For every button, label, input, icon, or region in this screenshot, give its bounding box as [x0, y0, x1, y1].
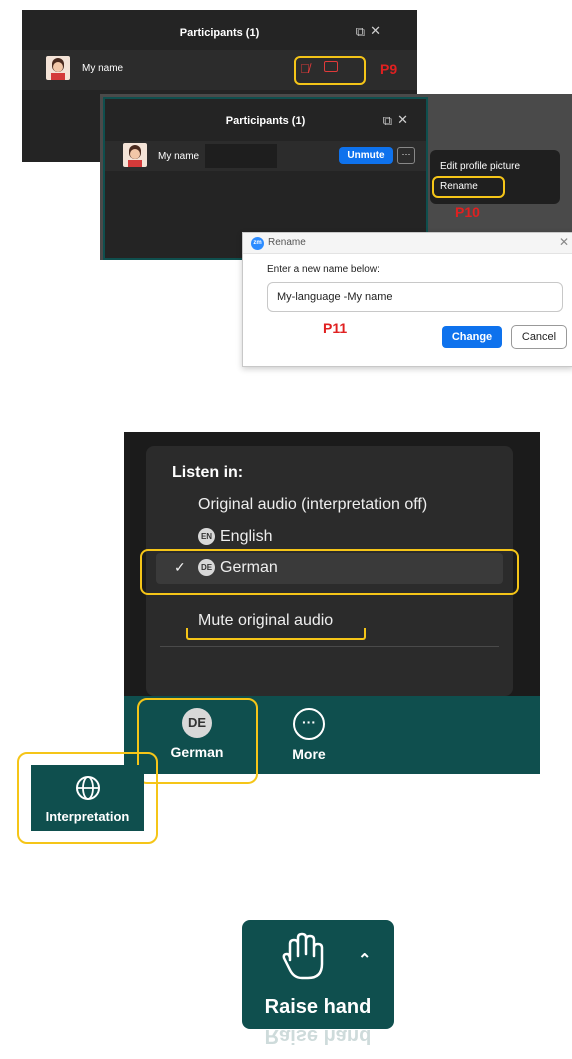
english-label: English	[220, 528, 273, 545]
menu-item-english[interactable]: EN English	[198, 528, 272, 546]
reflection-text: Raise hand	[264, 1030, 372, 1047]
close-icon[interactable]: ✕	[397, 112, 408, 128]
unmute-button[interactable]: Unmute	[339, 147, 393, 164]
en-badge: EN	[198, 528, 215, 546]
p10-tag: P10	[455, 204, 480, 220]
chevron-up-icon[interactable]: ⌃	[358, 950, 371, 970]
p9-highlight	[294, 56, 366, 85]
avatar	[46, 56, 70, 80]
german-highlight	[140, 549, 519, 595]
more-button[interactable]: ··· More	[264, 708, 354, 762]
dialog-titlebar: zm Rename ✕	[243, 233, 572, 254]
close-icon[interactable]: ✕	[370, 23, 381, 39]
cancel-button[interactable]: Cancel	[511, 325, 567, 349]
participant-row[interactable]: My name Unmute ···	[105, 141, 426, 171]
listen-in-header: Listen in:	[172, 464, 244, 481]
participant-name: My name	[158, 151, 200, 162]
popout-icon[interactable]: ⧉	[383, 113, 392, 129]
menu-item-edit-profile-picture[interactable]: Edit profile picture	[440, 161, 520, 172]
popout-icon[interactable]: ⧉	[356, 24, 365, 40]
p9-tag: P9	[380, 61, 398, 77]
menu-divider	[160, 646, 499, 647]
p11-tag: P11	[323, 320, 348, 336]
avatar	[123, 143, 147, 167]
change-button[interactable]: Change	[442, 326, 502, 348]
zoom-logo-icon: zm	[251, 237, 264, 250]
ellipsis-icon: ···	[293, 708, 325, 740]
menu-item-original-audio[interactable]: Original audio (interpretation off)	[198, 496, 427, 514]
panel-title: Participants (1)	[225, 115, 306, 127]
close-icon[interactable]: ✕	[559, 235, 569, 249]
rename-input-value: My-language -My name	[277, 291, 393, 303]
raise-hand-button[interactable]: ⌃ Raise hand	[242, 920, 394, 1029]
p10-highlight	[432, 176, 505, 198]
rename-dialog: zm Rename ✕ Enter a new name below: My-l…	[242, 232, 572, 367]
name-redaction	[205, 144, 277, 168]
participant-name: My name	[82, 63, 124, 74]
ellipsis-icon[interactable]: ···	[397, 147, 415, 164]
raise-hand-reflection: Raise hand	[242, 1030, 394, 1054]
interpretation-highlight	[17, 752, 158, 844]
dialog-title: Rename	[268, 237, 306, 248]
hand-icon	[282, 932, 324, 980]
mute-underline	[186, 628, 366, 640]
raise-hand-label: Raise hand	[264, 996, 372, 1018]
rename-prompt: Enter a new name below:	[267, 264, 380, 275]
more-label: More	[292, 746, 326, 762]
rename-input[interactable]: My-language -My name	[267, 282, 563, 312]
